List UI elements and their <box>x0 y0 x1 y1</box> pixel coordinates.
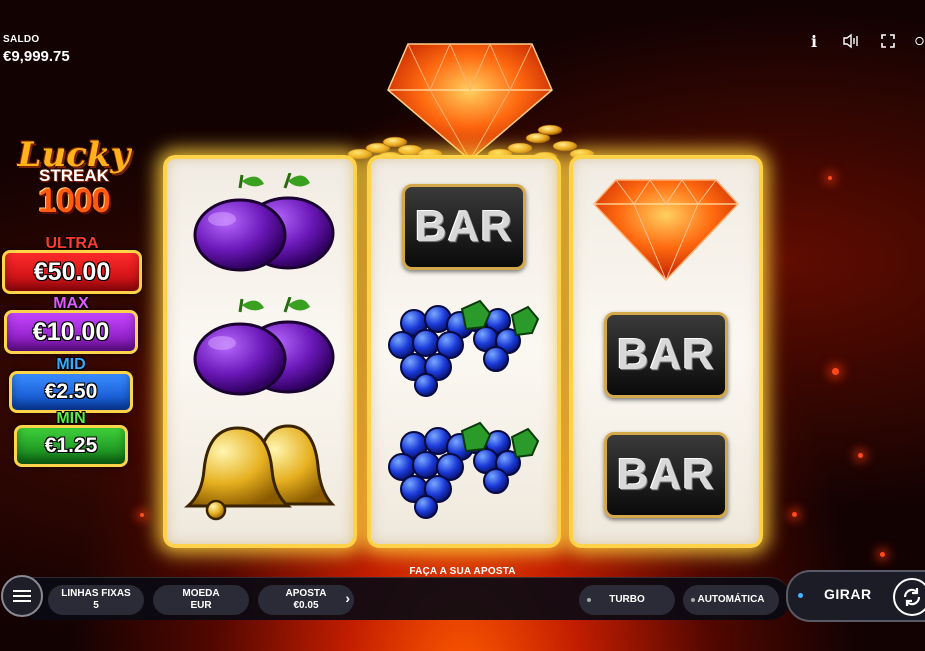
bar-symbol-text: BAR <box>414 202 514 251</box>
jackpot-max: MAX €10.00 <box>4 296 138 354</box>
plum-symbol <box>167 163 353 283</box>
ember-particle <box>880 552 885 557</box>
turbo-button[interactable]: TURBO <box>579 585 675 615</box>
spin-label: GIRAR <box>824 586 872 602</box>
bar-symbol: BAR <box>573 415 759 535</box>
reel-1 <box>163 155 357 548</box>
top-diamond-decoration <box>347 42 595 163</box>
spin-arrows-icon <box>893 578 925 616</box>
info-icon[interactable]: i <box>805 32 823 51</box>
grapes-symbol <box>371 287 557 407</box>
game-logo: Lucky STREAK 1000 <box>14 138 134 226</box>
jackpot-mid: MID €2.50 <box>9 357 133 413</box>
history-icon[interactable] <box>914 32 925 50</box>
logo-text-1000: 1000 <box>38 182 111 220</box>
jackpot-mid-value: €2.50 <box>9 371 133 413</box>
reels-area: BAR BAR BAR <box>157 155 775 548</box>
hamburger-icon <box>13 587 31 605</box>
fixed-lines-label: LINHAS FIXAS <box>61 588 131 599</box>
autoplay-button[interactable]: AUTOMÁTICA <box>683 585 779 615</box>
jackpot-ultra: ULTRA €50.00 <box>2 236 142 294</box>
jackpot-min-value: €1.25 <box>14 425 128 467</box>
reel-2: BAR <box>367 155 561 548</box>
ember-particle <box>140 513 144 517</box>
bar-symbol-text: BAR <box>616 330 716 379</box>
jackpot-ultra-value: €50.00 <box>2 250 142 294</box>
bottom-control-bar: FAÇA A SUA APOSTA LINHAS FIXAS 5 MOEDA E… <box>0 565 925 625</box>
reel-3: BAR BAR <box>569 155 763 548</box>
fixed-lines-value: 5 <box>93 600 99 611</box>
balance-value: €9,999.75 <box>3 48 70 65</box>
coin-selector[interactable]: MOEDA EUR <box>153 585 249 615</box>
bet-value: €0.05 <box>293 600 319 611</box>
ember-particle <box>832 368 839 375</box>
bet-label: APOSTA <box>285 588 327 599</box>
jackpot-max-value: €10.00 <box>4 310 138 354</box>
diamond-symbol <box>573 167 759 287</box>
plum-symbol <box>167 287 353 407</box>
bell-symbol <box>167 411 353 531</box>
chevron-right-icon: › <box>345 590 350 606</box>
bar-symbol: BAR <box>573 295 759 415</box>
turbo-label: TURBO <box>609 594 645 605</box>
jackpot-min: MIN €1.25 <box>14 411 128 467</box>
autoplay-indicator-icon <box>691 598 695 602</box>
menu-button[interactable] <box>1 575 43 617</box>
ember-particle <box>858 453 863 458</box>
autoplay-label: AUTOMÁTICA <box>697 594 765 605</box>
spin-indicator-icon <box>798 593 803 598</box>
fixed-lines-display: LINHAS FIXAS 5 <box>48 585 144 615</box>
balance-label: SALDO <box>3 34 40 45</box>
bar-symbol-text: BAR <box>616 450 716 499</box>
bar-symbol: BAR <box>371 167 557 287</box>
fullscreen-icon[interactable] <box>879 32 897 50</box>
turbo-indicator-icon <box>587 598 591 602</box>
sound-icon[interactable] <box>842 32 860 50</box>
coin-label: MOEDA <box>182 588 220 599</box>
coin-value: EUR <box>190 600 212 611</box>
grapes-symbol <box>371 409 557 529</box>
ember-particle <box>792 512 797 517</box>
ember-particle <box>828 176 832 180</box>
spin-button[interactable]: GIRAR <box>786 570 925 622</box>
bet-selector[interactable]: APOSTA €0.05 › <box>258 585 354 615</box>
place-bet-title: FAÇA A SUA APOSTA <box>409 566 516 577</box>
bottom-strip <box>30 577 790 620</box>
